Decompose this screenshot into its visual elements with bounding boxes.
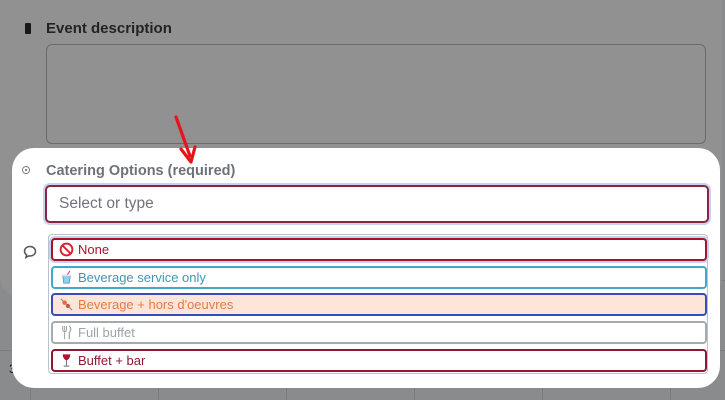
option-beverage-hors-doeuvres[interactable]: Beverage + hors d'oeuvres: [51, 293, 707, 316]
no-entry-icon: [58, 242, 74, 258]
option-buffet-bar[interactable]: Buffet + bar: [51, 349, 707, 372]
annotation-arrow-icon: [174, 115, 197, 164]
option-label: Beverage + hors d'oeuvres: [78, 297, 234, 312]
option-full-buffet[interactable]: Full buffet: [51, 321, 707, 344]
wine-glass-icon: [58, 353, 74, 369]
option-label: Buffet + bar: [78, 353, 146, 368]
option-none[interactable]: None: [51, 238, 707, 261]
option-beverage-service[interactable]: Beverage service only: [51, 266, 707, 289]
option-label: Full buffet: [78, 325, 135, 340]
chat-bubble-icon: [23, 245, 37, 260]
skewer-icon: [58, 297, 74, 313]
fork-knife-icon: [58, 325, 74, 341]
catering-options-list: None Beverage service only Beverage + ho…: [48, 234, 708, 374]
option-label: Beverage service only: [78, 270, 206, 285]
catering-select-input[interactable]: [45, 185, 709, 223]
radio-dot-icon: [22, 166, 30, 174]
option-label: None: [78, 242, 110, 257]
catering-panel: Catering Options (required) None Beverag…: [12, 148, 720, 388]
cup-with-straw-icon: [58, 270, 74, 286]
